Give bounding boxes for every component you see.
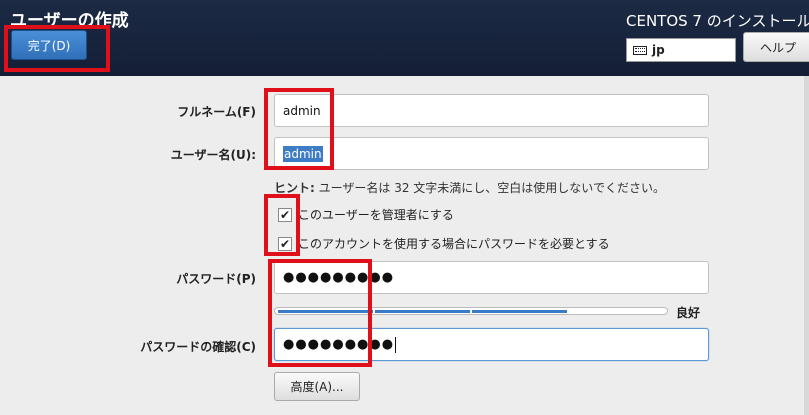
keyboard-layout-indicator[interactable]: jp <box>626 38 736 62</box>
hint-prefix: ヒント: <box>274 181 315 195</box>
checkmark-icon: ✔ <box>279 207 291 222</box>
done-button[interactable]: 完了(D) <box>11 30 87 60</box>
admin-checkbox[interactable]: ✔ <box>278 207 292 222</box>
password-input[interactable]: ●●●●●●●●● <box>274 261 709 294</box>
username-hint: ヒント: ユーザー名は 32 文字未満にし、空白は使用しないでください。 <box>274 179 665 196</box>
confirm-password-value: ●●●●●●●●● <box>283 337 395 352</box>
advanced-button[interactable]: 高度(A)... <box>274 372 360 401</box>
password-strength-meter <box>274 307 668 315</box>
password-value: ●●●●●●●●● <box>283 270 395 285</box>
text-caret <box>395 336 397 353</box>
hint-text: ユーザー名は 32 文字未満にし、空白は使用しないでください。 <box>318 181 665 195</box>
admin-checkbox-label: このユーザーを管理者にする <box>298 208 454 222</box>
installer-title: CENTOS 7 のインストール <box>626 12 809 30</box>
username-label: ユーザー名(U): <box>170 148 256 162</box>
fullname-value: admin <box>283 103 321 118</box>
strength-segment-3 <box>472 310 567 313</box>
checkmark-icon: ✔ <box>279 236 291 251</box>
fullname-input[interactable]: admin <box>274 94 709 127</box>
confirm-password-input[interactable]: ●●●●●●●●● <box>274 328 709 361</box>
keyboard-layout-label: jp <box>652 43 665 57</box>
admin-checkbox-row[interactable]: ✔ このユーザーを管理者にする <box>278 206 454 223</box>
require-password-label: このアカウントを使用する場合にパスワードを必要とする <box>298 237 610 251</box>
scrollbar[interactable] <box>804 76 809 415</box>
require-password-checkbox[interactable]: ✔ <box>278 236 292 251</box>
password-strength-label: 良好 <box>676 306 701 320</box>
keyboard-icon <box>633 45 647 55</box>
confirm-password-label: パスワードの確認(C) <box>140 340 256 354</box>
fullname-label: フルネーム(F) <box>177 105 256 119</box>
password-label: パスワード(P) <box>176 272 256 286</box>
strength-segment-1 <box>278 310 373 313</box>
username-input[interactable]: admin <box>274 137 709 170</box>
header-bar: ユーザーの作成 CENTOS 7 のインストール 完了(D) jp ヘルプ <box>0 0 809 76</box>
require-password-checkbox-row[interactable]: ✔ このアカウントを使用する場合にパスワードを必要とする <box>278 235 610 252</box>
page-title: ユーザーの作成 <box>10 11 129 31</box>
help-button[interactable]: ヘルプ <box>743 32 809 62</box>
username-value: admin <box>283 145 323 162</box>
strength-segment-2 <box>375 310 470 313</box>
